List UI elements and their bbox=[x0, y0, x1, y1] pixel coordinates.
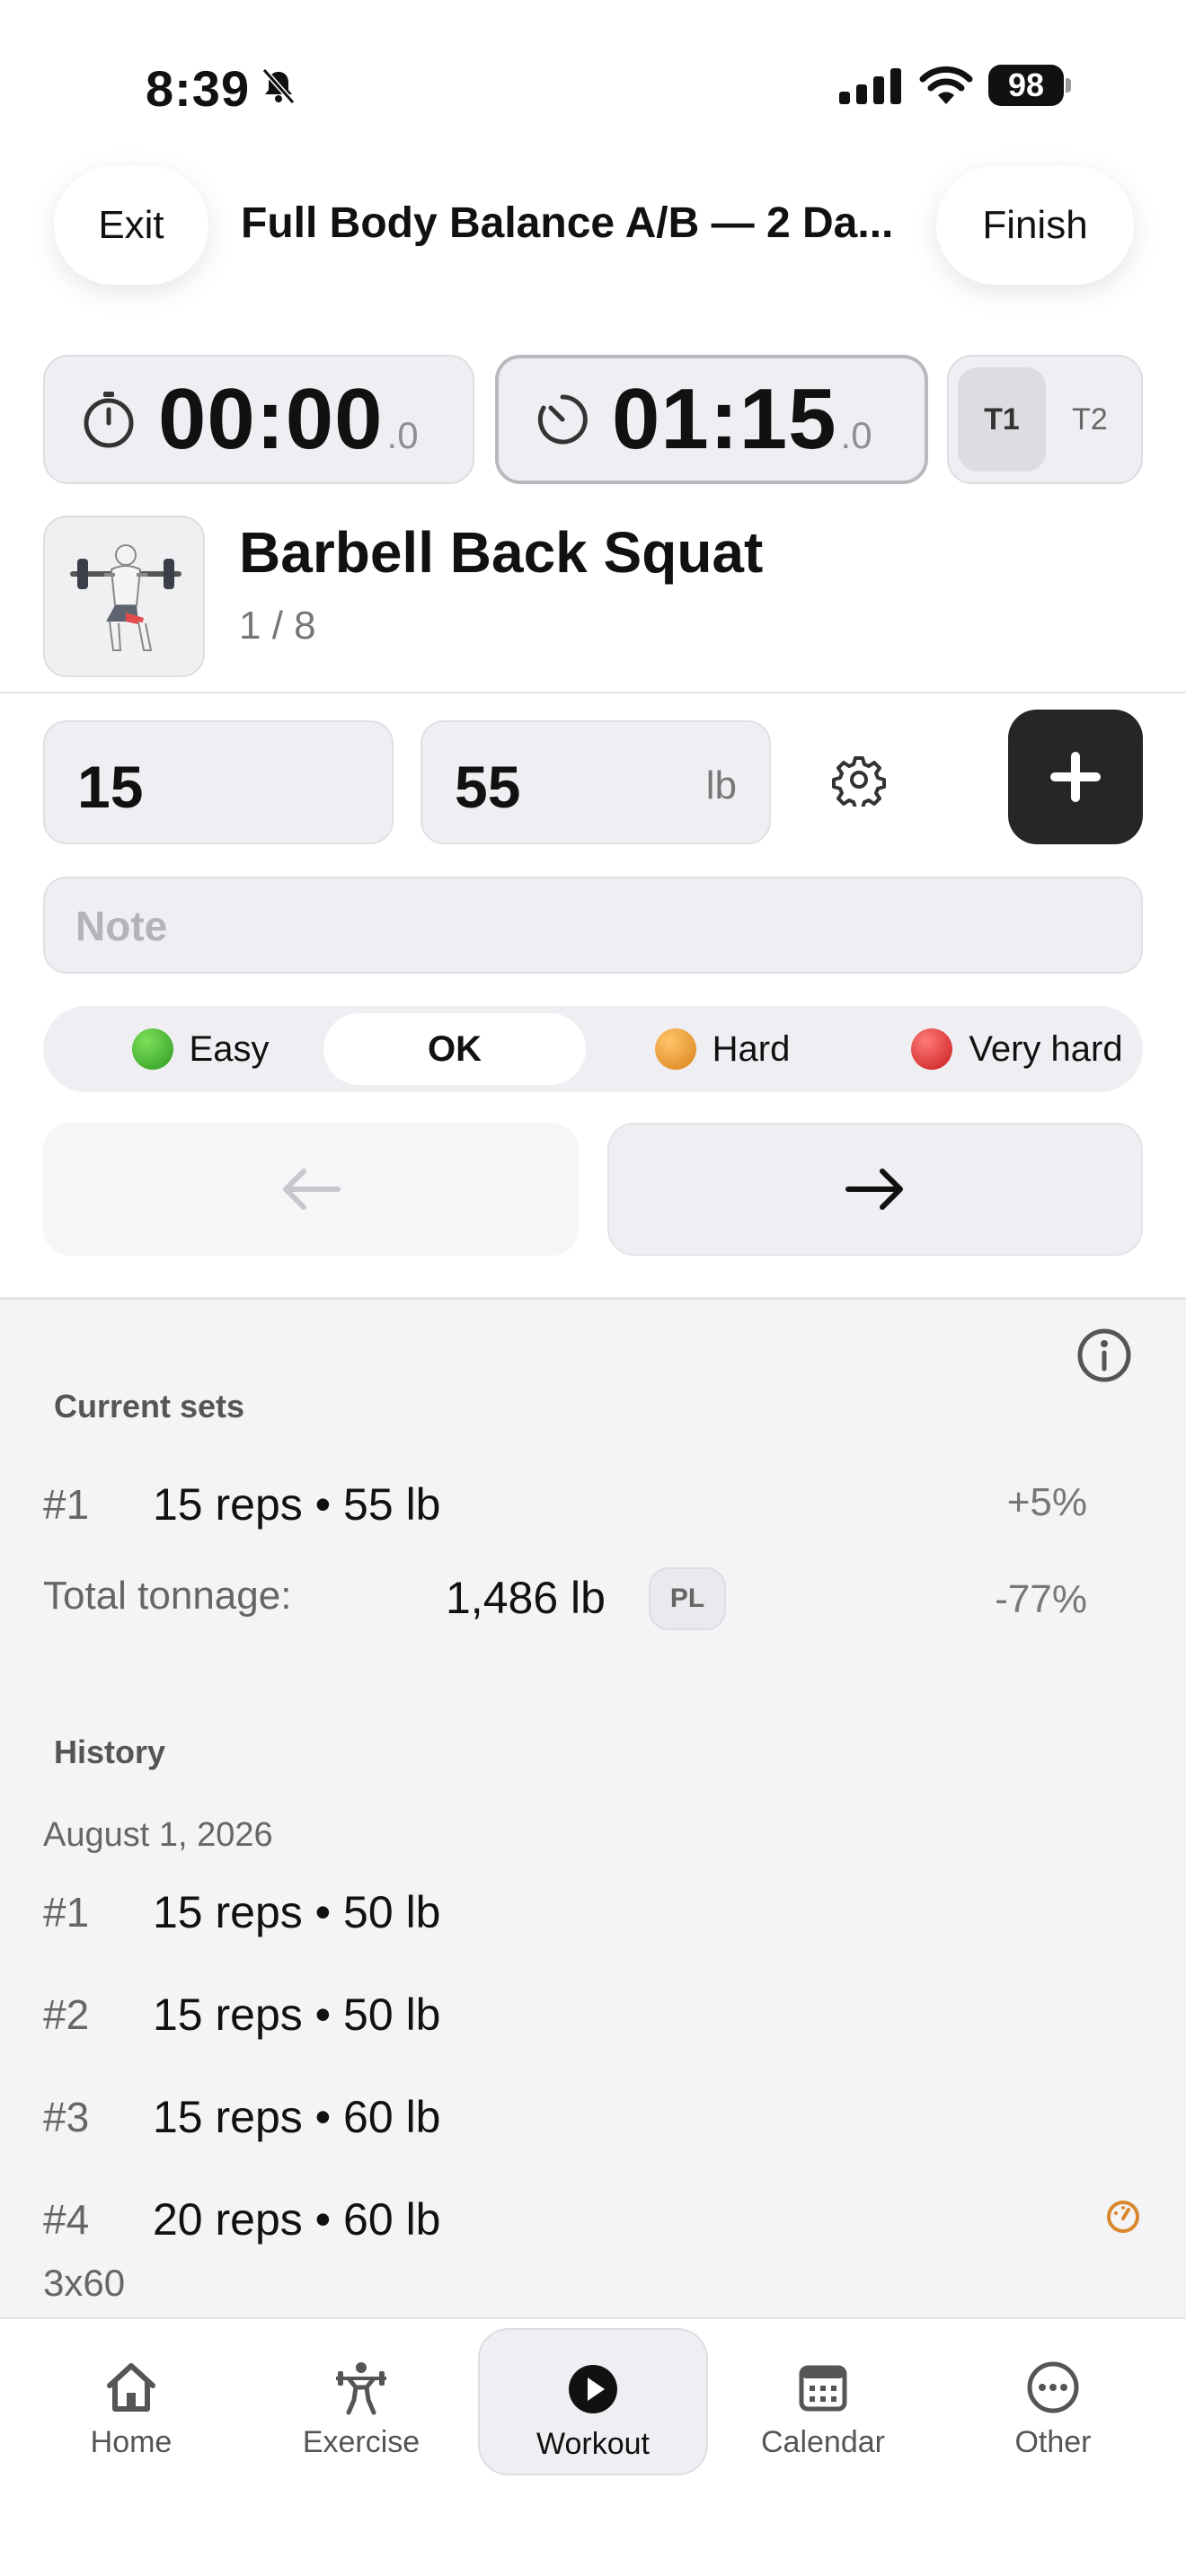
wifi-icon bbox=[919, 66, 973, 104]
play-circle-icon bbox=[569, 2365, 617, 2413]
tonnage-value: 1,486 lb bbox=[446, 1573, 606, 1623]
reps-value: 15 bbox=[77, 754, 144, 820]
bell-muted-icon bbox=[261, 68, 296, 104]
history-label: History bbox=[54, 1734, 166, 1770]
green-dot-icon bbox=[131, 1028, 173, 1070]
gear-icon[interactable] bbox=[832, 753, 886, 807]
difficulty-very-hard[interactable]: Very hard bbox=[882, 1013, 1152, 1085]
rest-timer[interactable]: 01:15 .0 bbox=[495, 355, 928, 484]
difficulty-hard-label: Hard bbox=[712, 1028, 791, 1069]
workout-header: Exit Full Body Balance A/B — 2 Da... Fin… bbox=[0, 166, 1186, 287]
tab-bar: Home Exercise Workout Calendar Other bbox=[0, 2317, 1186, 2576]
countdown-timer-icon bbox=[537, 394, 588, 445]
sets-panel bbox=[0, 1300, 1186, 2317]
info-icon[interactable] bbox=[1076, 1328, 1132, 1383]
tonnage-label: Total tonnage: bbox=[43, 1574, 292, 1618]
status-time: 8:39 bbox=[146, 60, 251, 117]
history-set-value: 20 reps • 60 lb bbox=[153, 2194, 441, 2245]
history-set-number: #4 bbox=[43, 2196, 90, 2243]
more-circle-icon bbox=[1027, 2361, 1079, 2413]
tonnage-change: -77% bbox=[995, 1577, 1087, 1621]
previous-set-button[interactable] bbox=[43, 1123, 579, 1256]
timer-segment-t1[interactable]: T1 bbox=[958, 367, 1046, 472]
rest-time: 01:15 bbox=[612, 371, 837, 467]
pl-badge[interactable]: PL bbox=[649, 1567, 726, 1630]
tab-other-label: Other bbox=[1014, 2425, 1092, 2459]
weightlifter-icon bbox=[336, 2362, 386, 2415]
difficulty-easy[interactable]: Easy bbox=[70, 1013, 331, 1085]
timer-segment-t2[interactable]: T2 bbox=[1046, 367, 1134, 472]
workout-title: Full Body Balance A/B — 2 Da... bbox=[241, 199, 894, 247]
history-set-value: 15 reps • 50 lb bbox=[153, 1989, 441, 2040]
note-field[interactable] bbox=[43, 877, 1143, 974]
tab-home[interactable]: Home bbox=[16, 2328, 246, 2475]
weight-unit: lb bbox=[705, 763, 737, 807]
divider bbox=[0, 692, 1186, 693]
tab-calendar-label: Calendar bbox=[761, 2425, 885, 2459]
current-set-number: #1 bbox=[43, 1481, 90, 1528]
current-set-change: +5% bbox=[1006, 1480, 1087, 1524]
tab-workout-label: Workout bbox=[536, 2427, 650, 2461]
elapsed-timer[interactable]: 00:00 .0 bbox=[43, 355, 474, 484]
tab-exercise[interactable]: Exercise bbox=[246, 2328, 476, 2475]
difficulty-hard[interactable]: Hard bbox=[615, 1013, 830, 1085]
tab-exercise-label: Exercise bbox=[302, 2425, 420, 2459]
difficulty-selector: Easy OK Hard Very hard bbox=[43, 1006, 1143, 1092]
note-input[interactable] bbox=[75, 898, 1109, 954]
weight-value: 55 bbox=[455, 754, 521, 820]
history-set-value: 15 reps • 60 lb bbox=[153, 2092, 441, 2142]
difficulty-very-hard-label: Very hard bbox=[969, 1028, 1123, 1069]
current-sets-label: Current sets bbox=[54, 1388, 245, 1425]
current-set-value: 15 reps • 55 lb bbox=[153, 1479, 441, 1530]
rest-time-decimal: .0 bbox=[840, 414, 872, 456]
battery-level: 98 bbox=[988, 65, 1064, 106]
elapsed-time: 00:00 bbox=[158, 371, 384, 467]
orange-dot-icon bbox=[654, 1028, 696, 1070]
difficulty-ok[interactable]: OK bbox=[323, 1013, 586, 1085]
timer-segment-control: T1 T2 bbox=[947, 355, 1143, 484]
elapsed-time-decimal: .0 bbox=[386, 414, 419, 456]
weight-input[interactable]: 55 lb bbox=[420, 720, 771, 844]
red-dot-icon bbox=[911, 1028, 953, 1070]
exercise-name: Barbell Back Squat bbox=[239, 520, 764, 585]
finish-button[interactable]: Finish bbox=[936, 166, 1134, 285]
next-set-button[interactable] bbox=[607, 1123, 1143, 1256]
difficulty-easy-label: Easy bbox=[189, 1028, 270, 1069]
add-set-button[interactable] bbox=[1008, 710, 1143, 844]
calendar-icon bbox=[799, 2365, 847, 2412]
exercise-progress: 1 / 8 bbox=[239, 604, 316, 648]
tab-home-label: Home bbox=[90, 2425, 173, 2459]
exercise-thumbnail[interactable] bbox=[43, 516, 205, 677]
status-bar: 8:39 98 bbox=[0, 0, 1186, 171]
tab-other[interactable]: Other bbox=[938, 2328, 1168, 2475]
battery-icon: 98 bbox=[988, 65, 1071, 106]
tab-calendar[interactable]: Calendar bbox=[708, 2328, 938, 2475]
history-set-number: #1 bbox=[43, 1889, 90, 1936]
stopwatch-icon bbox=[84, 392, 134, 448]
gauge-icon bbox=[1107, 2201, 1139, 2233]
tab-workout[interactable]: Workout bbox=[478, 2328, 708, 2475]
history-date: August 1, 2026 bbox=[43, 1816, 273, 1854]
home-icon bbox=[107, 2363, 155, 2412]
history-note: 3x60 bbox=[43, 2262, 126, 2304]
arrow-left-icon bbox=[283, 1169, 341, 1210]
history-set-number: #2 bbox=[43, 1991, 90, 2038]
arrow-right-icon bbox=[845, 1169, 903, 1210]
exit-button[interactable]: Exit bbox=[54, 166, 208, 285]
history-set-number: #3 bbox=[43, 2094, 90, 2140]
barbell-squat-illustration bbox=[70, 544, 181, 651]
difficulty-ok-label: OK bbox=[428, 1028, 482, 1069]
history-set-value: 15 reps • 50 lb bbox=[153, 1887, 441, 1937]
reps-input[interactable]: 15 bbox=[43, 720, 394, 844]
cellular-signal-icon bbox=[839, 68, 901, 104]
